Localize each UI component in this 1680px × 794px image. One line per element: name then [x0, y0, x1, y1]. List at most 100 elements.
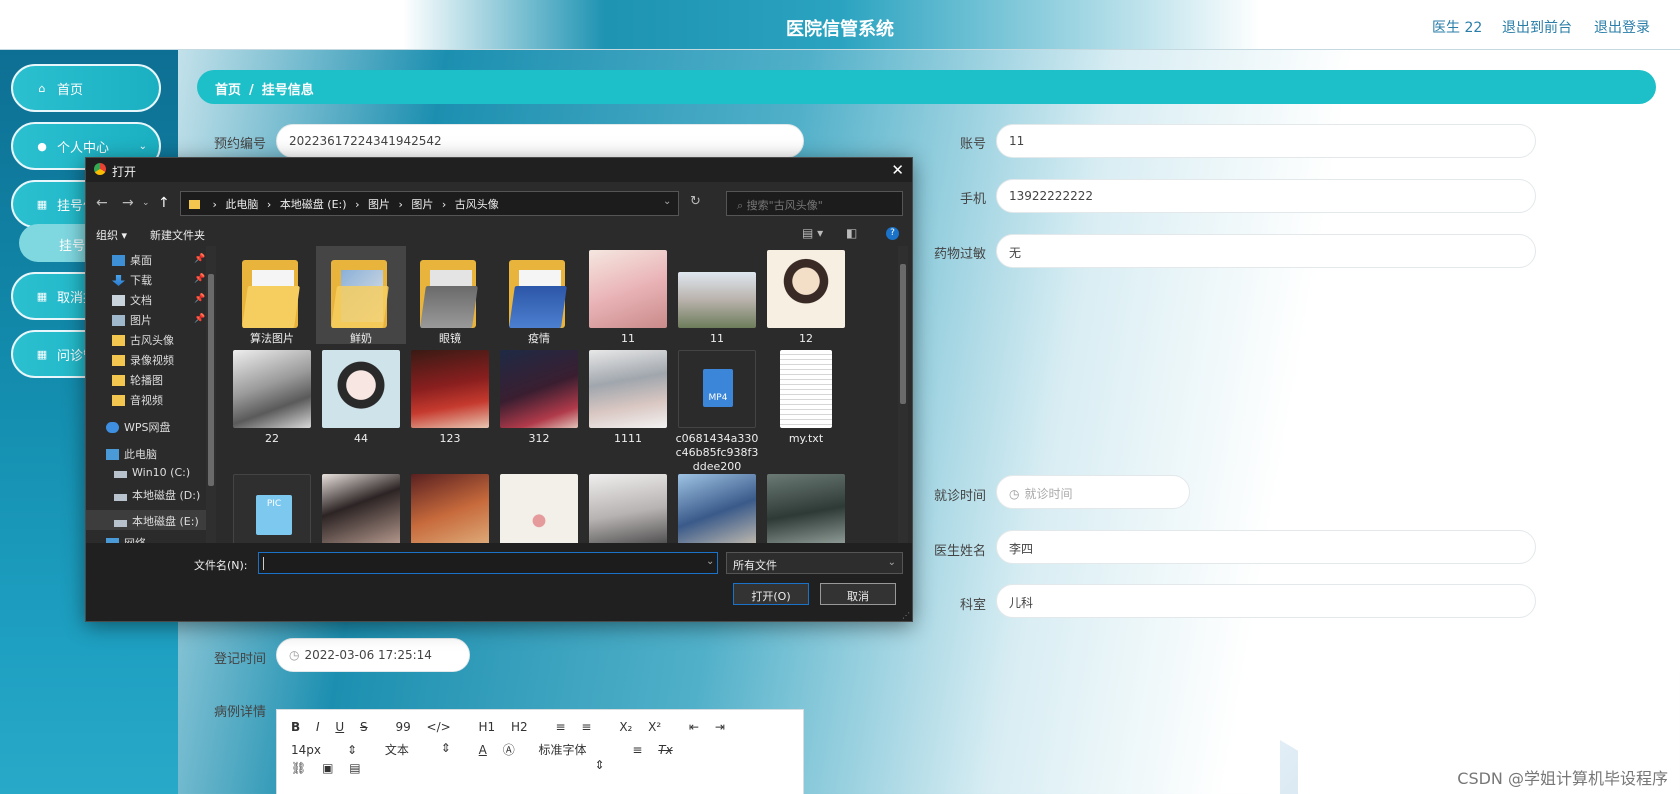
- account-field[interactable]: 11: [996, 124, 1536, 158]
- address-bar[interactable]: › 此电脑 › 本地磁盘 (E:) › 图片 › 图片 › 古风头像: [180, 191, 679, 216]
- pin-icon[interactable]: 📌: [194, 294, 205, 304]
- register-time-picker[interactable]: ◷ 2022-03-06 17:25:14: [276, 638, 470, 672]
- view-options-icon[interactable]: ▤ ▾: [802, 226, 823, 240]
- close-icon[interactable]: ✕: [891, 161, 904, 179]
- image-thumbnail: [678, 474, 756, 543]
- background-color-icon[interactable]: Ⓐ: [503, 741, 515, 758]
- file-name: 疫情: [528, 332, 550, 345]
- back-to-front-link[interactable]: 退出到前台: [1502, 17, 1572, 37]
- file-type-select[interactable]: 所有文件 ⌄: [726, 552, 903, 574]
- nav-item-drive-d[interactable]: 本地磁盘 (D:): [114, 487, 200, 503]
- nav-scrollbar-thumb[interactable]: [208, 274, 214, 486]
- recent-dropdown-icon[interactable]: ⌄: [142, 198, 150, 208]
- ordered-list-button[interactable]: ≡: [556, 720, 566, 734]
- dept-field[interactable]: 儿科: [996, 584, 1536, 618]
- path-segment[interactable]: 图片: [368, 198, 390, 211]
- up-arrow-icon[interactable]: ↑: [158, 195, 170, 211]
- forward-arrow-icon[interactable]: →: [122, 195, 134, 211]
- h2-button[interactable]: H2: [511, 720, 528, 734]
- bold-button[interactable]: B: [291, 720, 300, 734]
- new-folder-button[interactable]: 新建文件夹: [150, 227, 205, 243]
- files-scrollbar-thumb[interactable]: [900, 264, 906, 404]
- nav-item-video[interactable]: 录像视频: [112, 352, 174, 368]
- back-arrow-icon[interactable]: ←: [96, 195, 108, 211]
- file-name: 鲜奶: [350, 332, 372, 345]
- clear-format-button[interactable]: Tx: [658, 743, 672, 757]
- path-separator-icon: ›: [355, 198, 360, 211]
- nav-item-drive-e[interactable]: 本地磁盘 (E:): [114, 513, 199, 529]
- quote-button[interactable]: 99: [395, 720, 410, 734]
- help-icon[interactable]: ?: [886, 227, 899, 240]
- underline-button[interactable]: U: [335, 720, 344, 734]
- superscript-button[interactable]: X²: [648, 720, 661, 734]
- font-family-value: 标准字体: [538, 743, 587, 757]
- open-button[interactable]: 打开(O): [733, 583, 809, 605]
- files-scrollbar[interactable]: [898, 246, 908, 543]
- nav-item-this-pc[interactable]: 此电脑: [106, 446, 157, 462]
- nav-item-audio-video[interactable]: 音视频: [112, 392, 163, 408]
- cancel-button[interactable]: 取消: [820, 583, 896, 605]
- rich-text-editor[interactable]: B I U S 99 </> H1 H2 ≡ ≡ X₂ X² ⇤ ⇥ 14px …: [276, 709, 804, 794]
- sidebar-item-home[interactable]: ⌂ 首页: [11, 64, 161, 112]
- resize-grip-icon[interactable]: ⋰: [902, 611, 910, 620]
- path-segment[interactable]: 图片: [411, 198, 433, 211]
- font-color-icon[interactable]: A: [479, 743, 487, 757]
- dialog-title-bar[interactable]: 打开 ✕: [86, 158, 912, 182]
- subscript-button[interactable]: X₂: [619, 720, 632, 734]
- strike-button[interactable]: S: [360, 720, 368, 734]
- image-thumbnail: [500, 350, 578, 428]
- path-segment[interactable]: 此电脑: [225, 198, 258, 211]
- nav-item-gufeng[interactable]: 古风头像: [112, 332, 174, 348]
- folder-icon: [112, 395, 125, 406]
- image-icon[interactable]: ▣: [322, 761, 333, 775]
- font-size-select[interactable]: 14px ⇕: [291, 743, 369, 757]
- nav-item-drive-c[interactable]: Win10 (C:): [114, 466, 190, 479]
- image-thumbnail: [589, 350, 667, 428]
- image-thumbnail: [589, 474, 667, 543]
- code-button[interactable]: </>: [427, 720, 451, 734]
- filename-dropdown-icon[interactable]: ⌄: [706, 556, 714, 567]
- bullet-list-button[interactable]: ≡: [581, 720, 591, 734]
- logout-link[interactable]: 退出登录: [1594, 17, 1650, 37]
- filename-input[interactable]: [258, 552, 718, 574]
- outdent-button[interactable]: ⇤: [689, 720, 699, 734]
- italic-button[interactable]: I: [316, 720, 320, 734]
- pic-label: PIC: [266, 499, 282, 509]
- allergy-field[interactable]: 无: [996, 234, 1536, 268]
- breadcrumb-separator: /: [249, 83, 254, 98]
- indent-button[interactable]: ⇥: [715, 720, 725, 734]
- text-type-select[interactable]: 文本 ⇕: [385, 741, 463, 758]
- font-family-select[interactable]: 标准字体 ⇕: [539, 741, 617, 772]
- file-name: 11: [621, 332, 635, 345]
- align-button[interactable]: ≡: [632, 743, 642, 757]
- address-dropdown-icon[interactable]: ⌄: [663, 196, 671, 207]
- pin-icon[interactable]: 📌: [194, 274, 205, 284]
- current-user-link[interactable]: 医生 22: [1432, 17, 1482, 37]
- pin-icon[interactable]: 📌: [194, 314, 205, 324]
- dialog-toolbar: 组织 ▾ 新建文件夹 ▤ ▾ ◧ ?: [86, 222, 912, 246]
- link-icon[interactable]: ⛓: [291, 761, 306, 775]
- nav-item-pictures[interactable]: 图片: [112, 312, 152, 328]
- nav-scrollbar[interactable]: [206, 246, 216, 543]
- refresh-icon[interactable]: ↻: [690, 194, 701, 209]
- preview-pane-icon[interactable]: ◧: [846, 226, 857, 240]
- video-icon[interactable]: ▤: [349, 761, 360, 775]
- breadcrumb: 首页 / 挂号信息: [197, 70, 1656, 104]
- nav-item-network[interactable]: 网络: [106, 535, 146, 543]
- nav-item-download[interactable]: 下载: [112, 272, 152, 288]
- phone-field[interactable]: 13922222222: [996, 179, 1536, 213]
- appointment-no-field[interactable]: 20223617224341942542: [276, 124, 804, 158]
- h1-button[interactable]: H1: [479, 720, 496, 734]
- breadcrumb-home[interactable]: 首页: [215, 83, 241, 98]
- pin-icon[interactable]: 📌: [194, 254, 205, 264]
- path-segment[interactable]: 本地磁盘 (E:): [280, 198, 347, 211]
- nav-item-carousel[interactable]: 轮播图: [112, 372, 163, 388]
- organize-menu[interactable]: 组织 ▾: [96, 227, 127, 243]
- nav-item-desktop[interactable]: 桌面: [112, 252, 152, 268]
- doctor-field[interactable]: 李四: [996, 530, 1536, 564]
- search-input[interactable]: ⌕ 搜索"古风头像": [726, 191, 903, 216]
- nav-item-documents[interactable]: 文档: [112, 292, 152, 308]
- visit-time-picker[interactable]: ◷ 就诊时间: [996, 475, 1190, 509]
- path-segment[interactable]: 古风头像: [455, 198, 499, 211]
- nav-item-wps[interactable]: WPS网盘: [106, 419, 171, 435]
